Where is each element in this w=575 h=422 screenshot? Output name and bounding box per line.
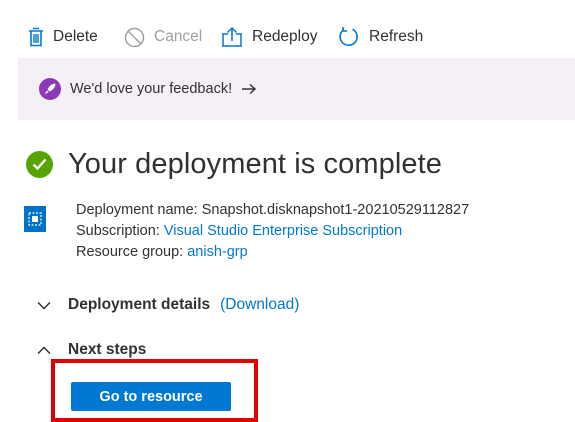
subscription-row: Subscription: Visual Studio Enterprise S…	[76, 221, 469, 242]
cancel-button[interactable]: Cancel	[124, 22, 202, 52]
next-steps-section[interactable]: Next steps	[36, 339, 146, 361]
arrow-right-icon	[241, 83, 257, 95]
delete-label: Delete	[53, 28, 98, 45]
redeploy-label: Redeploy	[252, 28, 318, 45]
refresh-icon	[338, 26, 360, 48]
feedback-banner[interactable]: We'd love your feedback!	[18, 58, 575, 120]
deployment-details-title: Deployment details	[68, 296, 211, 313]
chevron-down-icon	[36, 301, 52, 310]
deployment-name-label: Deployment name:	[76, 202, 198, 218]
page-title: Your deployment is complete	[68, 147, 443, 180]
delete-button[interactable]: Delete	[28, 22, 98, 52]
resource-group-link[interactable]: anish-grp	[187, 244, 247, 260]
trash-icon	[28, 27, 44, 47]
go-to-resource-button[interactable]: Go to resource	[71, 382, 231, 411]
deployment-name-row: Deployment name: Snapshot.disknapshot1-2…	[76, 200, 469, 221]
deployment-resource-icon	[24, 206, 46, 232]
resource-group-label: Resource group:	[76, 244, 184, 260]
chevron-up-icon	[36, 345, 52, 355]
refresh-button[interactable]: Refresh	[338, 22, 423, 52]
deployment-info: Deployment name: Snapshot.disknapshot1-2…	[76, 200, 469, 263]
refresh-label: Refresh	[369, 28, 424, 45]
rocket-icon	[39, 78, 61, 100]
subscription-label: Subscription:	[76, 223, 160, 239]
check-circle-icon	[26, 150, 53, 178]
resource-group-row: Resource group: anish-grp	[76, 242, 469, 263]
deployment-details-section[interactable]: Deployment details (Download)	[36, 294, 299, 316]
cancel-label: Cancel	[154, 28, 203, 45]
page-title-row: Your deployment is complete	[26, 142, 442, 186]
cancel-icon	[124, 27, 145, 48]
redeploy-button[interactable]: Redeploy	[221, 22, 318, 52]
deployment-name-value: Snapshot.disknapshot1-20210529112827	[201, 202, 470, 218]
next-steps-title: Next steps	[68, 341, 147, 358]
feedback-label: We'd love your feedback!	[70, 81, 233, 97]
subscription-link[interactable]: Visual Studio Enterprise Subscription	[164, 223, 402, 239]
download-link[interactable]: (Download)	[220, 296, 299, 314]
upload-icon	[221, 26, 243, 48]
